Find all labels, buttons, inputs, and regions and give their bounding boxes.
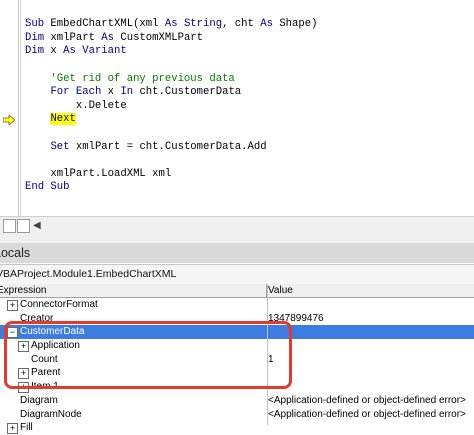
- code-line[interactable]: [25, 154, 317, 168]
- pane-splitter[interactable]: [0, 234, 474, 243]
- code-token: As String: [164, 18, 223, 31]
- margin-separator: [20, 0, 21, 216]
- locals-grid-header: Expression Value: [0, 284, 474, 298]
- code-token: End Sub: [25, 181, 70, 194]
- locals-row[interactable]: + ConnectorFormat: [0, 298, 474, 312]
- code-line[interactable]: Next: [25, 113, 317, 127]
- code-line[interactable]: [25, 5, 317, 19]
- expression-cell: ConnectorFormat: [20, 299, 98, 310]
- indicator-margin[interactable]: [0, 0, 19, 216]
- code-token: xmlPart = cht.CustomerData.Add: [69, 140, 267, 153]
- code-line[interactable]: [25, 59, 317, 73]
- execution-point-arrow-icon: [3, 115, 15, 125]
- code-token: In: [120, 86, 134, 99]
- scroll-left-arrow-icon[interactable]: ◀: [33, 220, 41, 231]
- locals-context: VBAProject.Module1.EmbedChartXML: [0, 264, 474, 285]
- value-cell: <Application-defined or object-defined e…: [268, 408, 466, 420]
- code-token: x.Delete: [25, 99, 127, 112]
- code-token: As Variant: [63, 45, 127, 58]
- code-token: As: [101, 31, 115, 44]
- code-token: For Each: [50, 86, 102, 99]
- code-line[interactable]: Dim x As Variant: [25, 45, 317, 59]
- code-token: Sub: [25, 18, 45, 31]
- code-line[interactable]: 'Get rid of any previous data: [25, 73, 317, 87]
- expression-column-header[interactable]: Expression: [0, 284, 267, 297]
- code-token: xmlPart: [44, 31, 102, 44]
- code-token: EmbedChartXML(xml: [44, 18, 165, 31]
- expression-cell: DiagramNode: [20, 408, 82, 420]
- code-text[interactable]: End Sub Sub EmbedChartXML(xml As String, …: [25, 0, 317, 195]
- code-token: 'Get rid of any previous data: [25, 72, 235, 85]
- locals-window-title: Locals: [0, 243, 474, 263]
- code-token: Next: [50, 113, 76, 126]
- procedure-view-button[interactable]: [3, 219, 16, 233]
- code-line[interactable]: Set xmlPart = cht.CustomerData.Add: [25, 141, 317, 155]
- code-line[interactable]: For Each x In cht.CustomerData: [25, 86, 317, 100]
- locals-row[interactable]: + Fill: [0, 421, 474, 435]
- expression-cell: Fill: [20, 422, 33, 434]
- code-line[interactable]: x.Delete: [25, 100, 317, 114]
- code-token: Set: [50, 140, 70, 153]
- code-line[interactable]: Sub EmbedChartXML(xml As String, cht As …: [25, 18, 317, 32]
- code-line[interactable]: End Sub: [25, 181, 317, 195]
- code-line[interactable]: xmlPart.LoadXML xml: [25, 168, 317, 182]
- code-horizontal-scrollbar[interactable]: ◀: [0, 216, 474, 234]
- code-line[interactable]: Dim xmlPart As CustomXMLPart: [25, 32, 317, 46]
- code-token: CustomXMLPart: [114, 31, 204, 44]
- expand-icon[interactable]: +: [7, 300, 18, 311]
- code-line[interactable]: [25, 127, 317, 141]
- code-token: x: [44, 45, 64, 58]
- code-token: x: [101, 86, 121, 99]
- annotation-highlight-box: [4, 321, 292, 389]
- code-token: Shape): [272, 18, 318, 31]
- code-editor[interactable]: End Sub Sub EmbedChartXML(xml As String, …: [0, 0, 474, 216]
- value-cell: <Application-defined or object-defined e…: [268, 394, 466, 406]
- code-token: As: [260, 18, 273, 31]
- code-token: xmlPart.LoadXML xml: [25, 167, 172, 180]
- expression-cell: Diagram: [20, 394, 58, 406]
- locals-row[interactable]: DiagramNode <Application-defined or objec…: [0, 408, 474, 422]
- full-module-view-button[interactable]: [17, 219, 30, 233]
- code-token: Dim: [25, 45, 45, 58]
- code-token: Dim: [25, 31, 45, 44]
- value-column-header[interactable]: Value: [268, 284, 293, 297]
- code-token: , cht: [222, 18, 261, 31]
- code-token: End Sub: [25, 0, 70, 3]
- locals-row[interactable]: Diagram <Application-defined or object-de…: [0, 394, 474, 408]
- code-token: cht.CustomerData: [133, 86, 242, 99]
